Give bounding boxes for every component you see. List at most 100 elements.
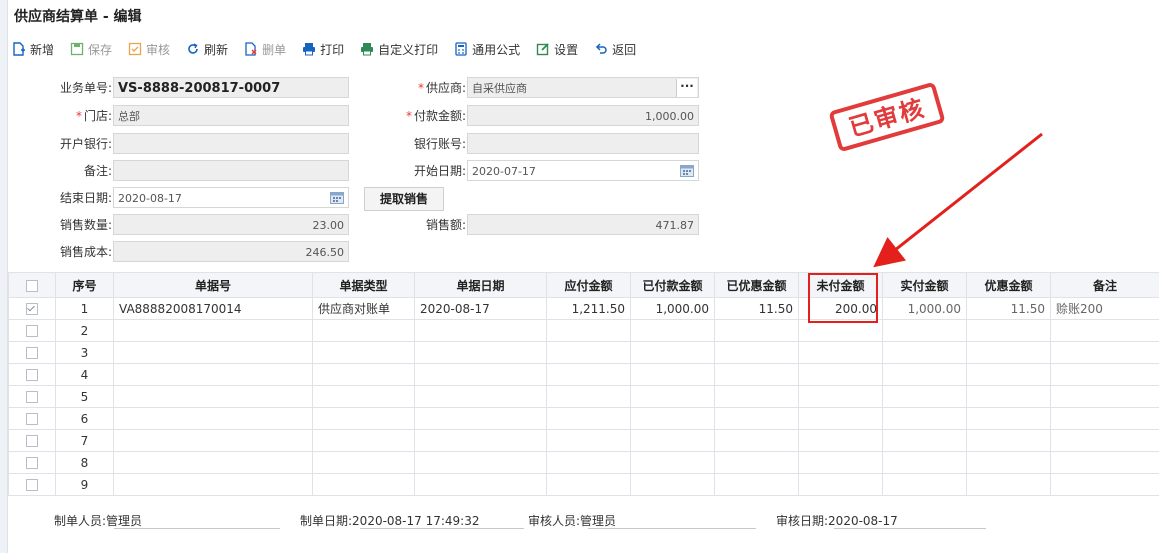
row-checkbox-cell[interactable] [8, 473, 56, 496]
end-date-field[interactable]: 2020-08-17 [113, 187, 349, 208]
supplier-field[interactable]: 自采供应商 ··· [467, 77, 699, 98]
empty-cell[interactable] [1050, 429, 1159, 452]
empty-cell[interactable] [714, 363, 799, 386]
empty-cell[interactable] [414, 451, 547, 474]
empty-cell[interactable] [630, 473, 715, 496]
empty-cell[interactable] [714, 319, 799, 342]
column-header[interactable]: 未付金额 [798, 272, 883, 298]
calendar-icon[interactable] [680, 164, 694, 177]
row-checkbox-cell[interactable] [8, 341, 56, 364]
empty-cell[interactable] [113, 451, 313, 474]
settings-button[interactable]: 设置 [536, 41, 578, 58]
account-field[interactable] [467, 133, 699, 154]
empty-cell[interactable] [966, 451, 1051, 474]
custom-print-button[interactable]: 自定义打印 [360, 41, 438, 58]
sales-amount-field[interactable]: 471.87 [467, 214, 699, 235]
empty-cell[interactable] [414, 473, 547, 496]
row-checkbox-checked[interactable] [26, 303, 38, 315]
back-button[interactable]: 返回 [594, 41, 636, 58]
print-button[interactable]: 打印 [302, 41, 344, 58]
table-row[interactable]: 8 [8, 451, 1159, 474]
sales-qty-field[interactable]: 23.00 [113, 214, 349, 235]
formula-button[interactable]: 通用公式 [454, 41, 520, 58]
remark-field[interactable] [113, 160, 349, 181]
row-checkbox[interactable] [26, 457, 38, 469]
supplier-picker-button[interactable]: ··· [676, 79, 697, 97]
empty-cell[interactable] [714, 385, 799, 408]
column-header[interactable]: 单据类型 [312, 272, 415, 298]
empty-cell[interactable] [714, 341, 799, 364]
cell-actual-paid[interactable]: 1,000.00 [882, 297, 967, 320]
empty-cell[interactable] [882, 473, 967, 496]
calendar-icon[interactable] [330, 191, 344, 204]
row-checkbox[interactable] [26, 435, 38, 447]
order-no-field[interactable]: VS-8888-200817-0007 [113, 77, 349, 98]
row-checkbox-cell[interactable] [8, 451, 56, 474]
empty-cell[interactable] [882, 363, 967, 386]
empty-cell[interactable] [714, 407, 799, 430]
table-row[interactable]: 6 [8, 407, 1159, 430]
empty-cell[interactable] [630, 341, 715, 364]
empty-cell[interactable] [966, 473, 1051, 496]
empty-cell[interactable] [414, 363, 547, 386]
row-checkbox-cell[interactable] [8, 407, 56, 430]
empty-cell[interactable] [966, 407, 1051, 430]
empty-cell[interactable] [546, 341, 631, 364]
empty-cell[interactable] [546, 319, 631, 342]
empty-cell[interactable] [546, 451, 631, 474]
empty-cell[interactable] [546, 385, 631, 408]
row-checkbox[interactable] [26, 391, 38, 403]
empty-cell[interactable] [714, 473, 799, 496]
empty-cell[interactable] [1050, 319, 1159, 342]
empty-cell[interactable] [714, 451, 799, 474]
row-checkbox[interactable] [26, 347, 38, 359]
row-checkbox-cell[interactable] [8, 429, 56, 452]
fetch-sales-button[interactable]: 提取销售 [364, 187, 444, 211]
empty-cell[interactable] [966, 319, 1051, 342]
empty-cell[interactable] [798, 341, 883, 364]
empty-cell[interactable] [113, 363, 313, 386]
table-row[interactable]: 3 [8, 341, 1159, 364]
empty-cell[interactable] [414, 319, 547, 342]
empty-cell[interactable] [798, 451, 883, 474]
empty-cell[interactable] [630, 429, 715, 452]
empty-cell[interactable] [798, 407, 883, 430]
table-row[interactable]: 5 [8, 385, 1159, 408]
empty-cell[interactable] [882, 341, 967, 364]
empty-cell[interactable] [882, 319, 967, 342]
row-checkbox[interactable] [26, 479, 38, 491]
empty-cell[interactable] [1050, 385, 1159, 408]
row-checkbox-cell[interactable] [8, 363, 56, 386]
row-checkbox[interactable] [26, 369, 38, 381]
empty-cell[interactable] [414, 407, 547, 430]
empty-cell[interactable] [113, 473, 313, 496]
empty-cell[interactable] [966, 341, 1051, 364]
empty-cell[interactable] [1050, 407, 1159, 430]
empty-cell[interactable] [882, 385, 967, 408]
empty-cell[interactable] [630, 451, 715, 474]
new-button[interactable]: 新增 [12, 41, 54, 58]
row-checkbox[interactable] [26, 413, 38, 425]
empty-cell[interactable] [630, 319, 715, 342]
empty-cell[interactable] [312, 319, 415, 342]
row-checkbox-cell[interactable] [8, 297, 56, 320]
empty-cell[interactable] [798, 473, 883, 496]
empty-cell[interactable] [882, 451, 967, 474]
column-header[interactable]: 序号 [55, 272, 114, 298]
empty-cell[interactable] [414, 429, 547, 452]
store-field[interactable]: 总部 [113, 105, 349, 126]
empty-cell[interactable] [312, 341, 415, 364]
row-checkbox-cell[interactable] [8, 319, 56, 342]
refresh-button[interactable]: 刷新 [186, 41, 228, 58]
empty-cell[interactable] [312, 451, 415, 474]
column-header[interactable]: 单据号 [113, 272, 313, 298]
row-checkbox-cell[interactable] [8, 385, 56, 408]
cell-doc-no[interactable]: VA88882008170014 [113, 297, 313, 320]
row-checkbox[interactable] [26, 325, 38, 337]
empty-cell[interactable] [1050, 473, 1159, 496]
empty-cell[interactable] [414, 341, 547, 364]
empty-cell[interactable] [714, 429, 799, 452]
save-button[interactable]: 保存 [70, 41, 112, 58]
empty-cell[interactable] [882, 407, 967, 430]
empty-cell[interactable] [1050, 363, 1159, 386]
